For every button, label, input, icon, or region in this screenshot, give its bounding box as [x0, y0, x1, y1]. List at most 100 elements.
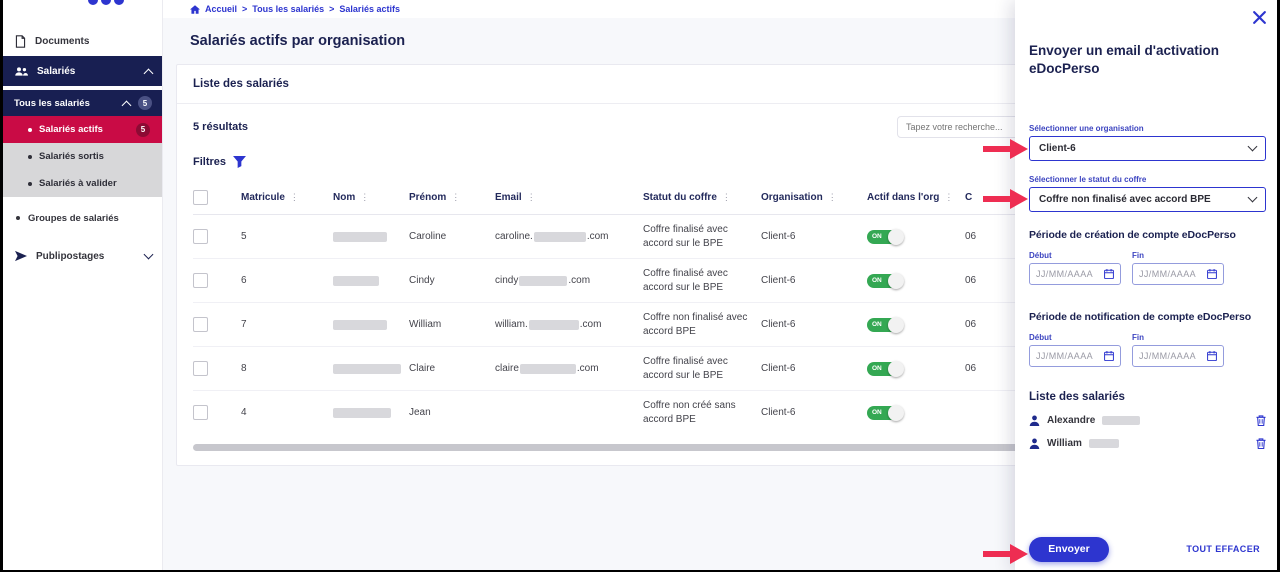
- column-matricule[interactable]: Matricule⋮: [241, 192, 333, 203]
- sidebar-item-groupes[interactable]: Groupes de salariés: [0, 203, 162, 233]
- debut-label: Début: [1029, 333, 1121, 342]
- sort-icon[interactable]: ⋮: [451, 192, 460, 203]
- organisation-select[interactable]: Client-6: [1029, 136, 1266, 161]
- list-item: Alexandre: [1029, 415, 1266, 426]
- calendar-icon[interactable]: [1104, 351, 1114, 361]
- sidebar-item-salaries-sortis[interactable]: Salariés sortis: [0, 143, 162, 170]
- calendar-icon[interactable]: [1104, 269, 1114, 279]
- column-nom[interactable]: Nom⋮: [333, 192, 409, 203]
- column-email[interactable]: Email⋮: [495, 192, 643, 203]
- sort-icon[interactable]: ⋮: [527, 192, 536, 203]
- row-checkbox[interactable]: [193, 405, 208, 420]
- notification-start-date-input[interactable]: JJ/MM/AAAA: [1029, 345, 1121, 367]
- active-toggle[interactable]: ON: [867, 362, 897, 376]
- sidebar-item-salaries-a-valider[interactable]: Salariés à valider: [0, 170, 162, 197]
- trash-icon[interactable]: [1256, 415, 1266, 426]
- sidebar-item-documents[interactable]: Documents: [0, 26, 162, 56]
- column-statut[interactable]: Statut du coffre⋮: [643, 192, 761, 203]
- cell-prenom: Jean: [409, 407, 495, 418]
- sidebar-item-publipostages[interactable]: Publipostages: [0, 241, 162, 271]
- salarie-name: William: [1047, 438, 1082, 449]
- logo-dot: [88, 0, 98, 5]
- sidebar-item-label: Salariés à valider: [39, 178, 117, 189]
- person-icon: [1029, 415, 1040, 426]
- breadcrumb-home[interactable]: Accueil: [205, 4, 237, 14]
- column-prenom[interactable]: Prénom⋮: [409, 192, 495, 203]
- redacted-name: [333, 276, 379, 286]
- cell-statut: Coffre finalisé avec accord sur le BPE: [643, 267, 761, 294]
- column-organisation[interactable]: Organisation⋮: [761, 192, 867, 203]
- chevron-up-icon: [122, 100, 132, 110]
- sidebar-item-salaries[interactable]: Salariés: [0, 56, 162, 86]
- redacted-name: [333, 364, 401, 374]
- breadcrumb-separator: >: [329, 4, 334, 14]
- cell-prenom: William: [409, 319, 495, 330]
- redacted-name: [1089, 439, 1119, 448]
- column-actif[interactable]: Actif dans l'org⋮: [867, 192, 965, 203]
- cell-matricule: 6: [241, 275, 333, 286]
- cell-prenom: Cindy: [409, 275, 495, 286]
- logo-dot: [114, 0, 124, 5]
- send-button[interactable]: Envoyer: [1029, 537, 1109, 562]
- activation-email-panel: Envoyer un email d'activation eDocPerso …: [1015, 0, 1280, 572]
- panel-title: Envoyer un email d'activation eDocPerso: [1029, 42, 1244, 78]
- cell-email: claire.com: [495, 363, 643, 374]
- redacted-name: [333, 232, 387, 242]
- redacted-email: [520, 364, 576, 374]
- clear-all-button[interactable]: TOUT EFFACER: [1180, 543, 1266, 555]
- active-toggle[interactable]: ON: [867, 274, 897, 288]
- sidebar-item-label: Publipostages: [36, 251, 104, 262]
- statut-select[interactable]: Coffre non finalisé avec accord BPE: [1029, 187, 1266, 212]
- active-toggle[interactable]: ON: [867, 230, 897, 244]
- trash-icon[interactable]: [1256, 438, 1266, 449]
- toggle-knob: [888, 361, 904, 377]
- cell-organisation: Client-6: [761, 319, 867, 330]
- fin-label: Fin: [1132, 251, 1224, 260]
- sidebar-item-label: Salariés actifs: [39, 124, 103, 135]
- creation-end-date-input[interactable]: JJ/MM/AAAA: [1132, 263, 1224, 285]
- cell-prenom: Caroline: [409, 231, 495, 242]
- select-all-checkbox[interactable]: [193, 190, 208, 205]
- sort-icon[interactable]: ⋮: [944, 192, 953, 203]
- row-checkbox[interactable]: [193, 273, 208, 288]
- app-screen: Documents Salariés Tous les salariés 5 S…: [0, 0, 1280, 572]
- creation-period-row: Début JJ/MM/AAAA Fin JJ/MM/AAAA: [1029, 251, 1266, 285]
- redacted-name: [333, 320, 387, 330]
- logo-dot: [101, 0, 111, 5]
- sort-icon[interactable]: ⋮: [828, 192, 837, 203]
- sidebar-item-tous-les-salaries[interactable]: Tous les salariés 5: [0, 90, 162, 116]
- breadcrumb-level1[interactable]: Tous les salariés: [252, 4, 324, 14]
- people-icon: [14, 66, 29, 77]
- row-checkbox[interactable]: [193, 361, 208, 376]
- chevron-down-icon: [1248, 142, 1258, 152]
- notification-end-date-input[interactable]: JJ/MM/AAAA: [1132, 345, 1224, 367]
- sidebar-item-salaries-actifs[interactable]: Salariés actifs 5: [0, 116, 162, 143]
- row-checkbox[interactable]: [193, 317, 208, 332]
- chevron-up-icon: [144, 68, 154, 78]
- calendar-icon[interactable]: [1207, 351, 1217, 361]
- close-icon[interactable]: [1252, 10, 1267, 25]
- sort-icon[interactable]: ⋮: [722, 192, 731, 203]
- active-toggle[interactable]: ON: [867, 406, 897, 420]
- chevron-down-icon: [1248, 193, 1258, 203]
- sort-icon[interactable]: ⋮: [360, 192, 369, 203]
- cell-matricule: 8: [241, 363, 333, 374]
- chevron-down-icon: [144, 250, 154, 260]
- salaries-list-heading: Liste des salariés: [1029, 391, 1266, 403]
- row-checkbox[interactable]: [193, 229, 208, 244]
- organisation-select-label: Sélectionner une organisation: [1029, 124, 1266, 133]
- sort-icon[interactable]: ⋮: [290, 192, 299, 203]
- creation-period-heading: Période de création de compte eDocPerso: [1029, 229, 1266, 241]
- cell-matricule: 5: [241, 231, 333, 242]
- toggle-knob: [888, 405, 904, 421]
- redacted-name: [1102, 416, 1140, 425]
- breadcrumb-separator: >: [242, 4, 247, 14]
- send-icon: [14, 250, 28, 262]
- sidebar-item-label: Salariés: [37, 66, 75, 77]
- creation-start-date-input[interactable]: JJ/MM/AAAA: [1029, 263, 1121, 285]
- active-toggle[interactable]: ON: [867, 318, 897, 332]
- redacted-email: [529, 320, 579, 330]
- cell-organisation: Client-6: [761, 275, 867, 286]
- calendar-icon[interactable]: [1207, 269, 1217, 279]
- bullet-icon: [28, 155, 32, 159]
